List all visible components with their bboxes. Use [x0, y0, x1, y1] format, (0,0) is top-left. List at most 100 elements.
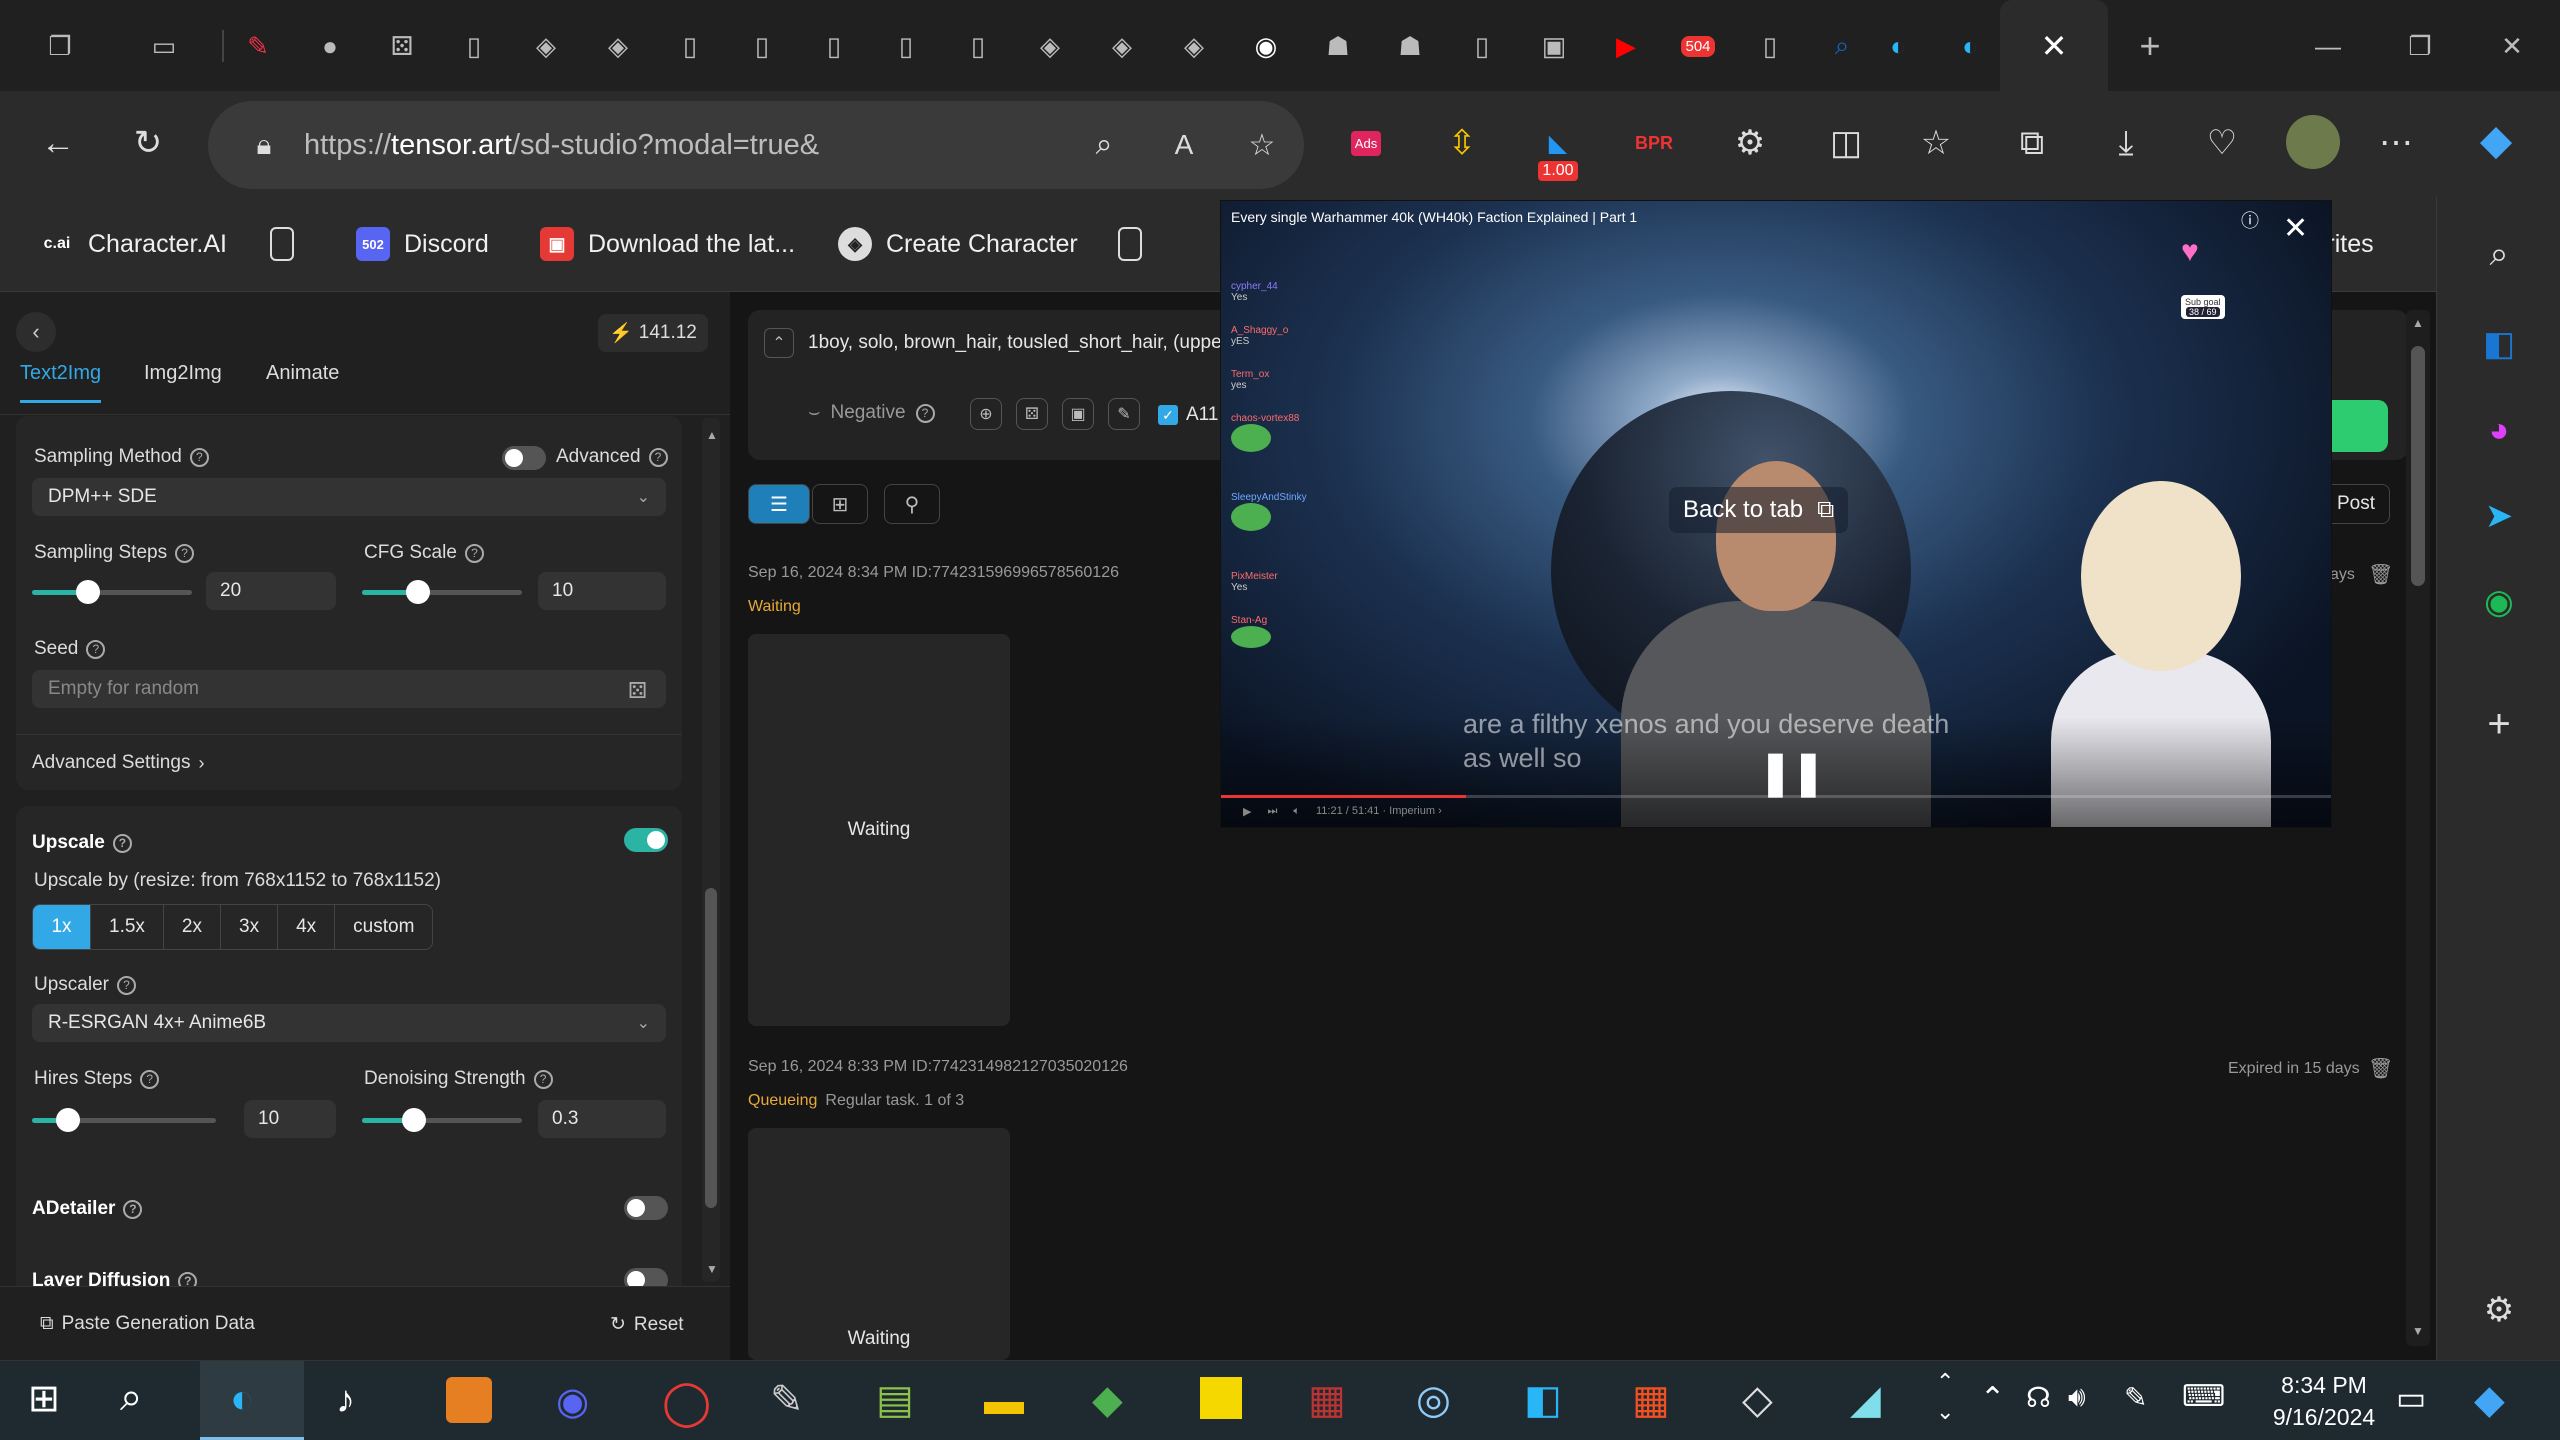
collapse-prompt-icon[interactable]: ⌃: [764, 328, 794, 358]
taskbar-app-icon[interactable]: ◧: [1524, 1377, 1562, 1423]
slider-handle[interactable]: [76, 580, 100, 604]
tab-edge-icon[interactable]: ◐: [1870, 18, 1926, 74]
new-tab-icon[interactable]: +: [2122, 18, 2178, 74]
collapse-panel-icon[interactable]: ‹: [16, 312, 56, 352]
upscale-toggle[interactable]: [624, 828, 668, 852]
tab-page-icon[interactable]: ▯: [950, 18, 1006, 74]
scrollbar-thumb[interactable]: [705, 888, 717, 1208]
tray-chevron-icon[interactable]: ⌃: [1980, 1381, 2005, 1416]
upscale-option[interactable]: 1x: [33, 905, 91, 949]
upscale-option[interactable]: 2x: [164, 905, 221, 949]
upscale-option[interactable]: 4x: [278, 905, 336, 949]
next-icon[interactable]: ⏭: [1267, 805, 1277, 818]
upscaler-select[interactable]: R-ESRGAN 4x+ Anime6B ⌄: [32, 1004, 666, 1042]
random-prompt-icon[interactable]: ⚄: [1016, 398, 1048, 430]
opera-icon[interactable]: ◯: [662, 1377, 711, 1428]
ads-extension-icon[interactable]: Ads: [1340, 117, 1392, 169]
downloads-icon[interactable]: ⤓: [2100, 117, 2152, 169]
search-icon[interactable]: ⌕: [120, 1375, 142, 1420]
volume-icon[interactable]: 🔊︎: [2068, 1381, 2086, 1414]
minecraft-icon[interactable]: ▤: [876, 1377, 914, 1423]
back-to-tab-button[interactable]: Back to tab ⧉: [1669, 487, 1849, 533]
taskbar-app-icon[interactable]: ◢: [1850, 1377, 1881, 1423]
tab-tensor-icon[interactable]: ◈: [518, 18, 574, 74]
back-arrow-icon[interactable]: ←: [32, 117, 84, 169]
telegram-icon[interactable]: ➤: [2475, 492, 2523, 540]
sampling-steps-slider[interactable]: [32, 580, 192, 604]
tab-page-icon[interactable]: ▯: [662, 18, 718, 74]
tab-dice-icon[interactable]: ⚄: [374, 18, 430, 74]
tiktok-icon[interactable]: ♪: [336, 1379, 355, 1422]
browser-essentials-icon[interactable]: ♡: [2196, 117, 2248, 169]
picture-in-picture-video[interactable]: Every single Warhammer 40k (WH40k) Facti…: [1220, 200, 2332, 828]
clock[interactable]: 8:34 PM 9/16/2024: [2254, 1369, 2394, 1433]
grid-view-button[interactable]: ⊞: [812, 484, 868, 524]
read-aloud-icon[interactable]: A: [1158, 119, 1210, 171]
profile-avatar[interactable]: [2286, 115, 2340, 169]
notifications-icon[interactable]: ▭: [2396, 1379, 2426, 1417]
speed-extension-icon[interactable]: 1.00 ◣: [1532, 117, 1584, 181]
image-to-prompt-icon[interactable]: ▣: [1062, 398, 1094, 430]
delete-icon[interactable]: 🗑︎: [2368, 562, 2393, 587]
tab-pip-icon[interactable]: ▣: [1526, 18, 1582, 74]
address-bar[interactable]: 🔒︎ https://tensor.art/sd-studio?modal=tr…: [208, 101, 1304, 189]
window-close-icon[interactable]: ✕: [2484, 18, 2540, 74]
search-icon[interactable]: ⌕: [2475, 230, 2523, 278]
collections-icon[interactable]: ⧉: [2006, 117, 2058, 169]
extensions-icon[interactable]: ⚙: [1724, 117, 1776, 169]
favorite-page[interactable]: [1118, 222, 1142, 266]
favorite-download[interactable]: ▣ Download the lat...: [540, 222, 795, 266]
reset-button[interactable]: ↻ Reset: [610, 1313, 684, 1336]
tab-discord-icon[interactable]: 504: [1670, 18, 1726, 74]
more-menu-icon[interactable]: ⋯: [2370, 117, 2422, 169]
tab-tensor-icon[interactable]: ◈: [1022, 18, 1078, 74]
designer-icon[interactable]: ◕: [2475, 406, 2523, 454]
taskbar-app-icon[interactable]: [446, 1377, 492, 1423]
tab-edge-icon[interactable]: ◐: [1942, 18, 1998, 74]
filter-button[interactable]: ⚲: [884, 484, 940, 524]
start-icon[interactable]: ⊞: [28, 1379, 68, 1419]
extension-icon[interactable]: ⇳: [1436, 117, 1488, 169]
favorite-page[interactable]: [270, 222, 294, 266]
info-icon[interactable]: ⓘ: [2241, 207, 2259, 233]
taskbar-edge[interactable]: ◐: [200, 1361, 304, 1440]
discord-icon[interactable]: ◉: [556, 1379, 589, 1424]
bpr-extension-icon[interactable]: BPR: [1628, 117, 1680, 169]
denoising-strength-slider[interactable]: [362, 1108, 522, 1132]
steam-icon[interactable]: ◎: [1416, 1377, 1451, 1423]
favorite-star-icon[interactable]: ☆: [1236, 119, 1288, 171]
tab-game-icon[interactable]: ☗: [1310, 18, 1366, 74]
video-progress-bar[interactable]: [1221, 795, 2331, 798]
cfg-scale-input[interactable]: 10: [538, 572, 666, 610]
sampling-steps-input[interactable]: 20: [206, 572, 336, 610]
scrollbar-thumb[interactable]: [2411, 346, 2425, 586]
tab-tensor-icon[interactable]: ◈: [590, 18, 646, 74]
sampling-method-select[interactable]: DPM++ SDE ⌄: [32, 478, 666, 516]
tab-page-icon[interactable]: ▯: [1742, 18, 1798, 74]
paint-icon[interactable]: ✎: [770, 1377, 804, 1423]
tab-tensor-icon[interactable]: ◉: [1238, 18, 1294, 74]
tab-page-icon[interactable]: ▯: [1454, 18, 1510, 74]
credits-badge[interactable]: ⚡ 141.12: [598, 314, 708, 352]
tab-tensor-icon[interactable]: ◈: [1166, 18, 1222, 74]
upscale-option[interactable]: custom: [335, 905, 432, 949]
image-placeholder[interactable]: Waiting: [748, 634, 1010, 1026]
taskbar-overflow[interactable]: ⌃ ⌄: [1936, 1367, 1954, 1427]
refresh-icon[interactable]: ↻: [122, 117, 174, 169]
tab-img2img[interactable]: Img2Img: [144, 362, 222, 385]
play-icon[interactable]: ▶: [1243, 805, 1251, 818]
roblox-icon[interactable]: ◇: [1742, 1377, 1773, 1423]
main-scrollbar[interactable]: ▲ ▼: [2406, 310, 2430, 1346]
prompt-checkbox[interactable]: ✓ A11: [1158, 404, 1218, 426]
minimize-icon[interactable]: —: [2300, 18, 2356, 74]
advanced-settings-link[interactable]: Advanced Settings ›: [32, 752, 204, 774]
tab-tensor-icon[interactable]: ◈: [1094, 18, 1150, 74]
tab-page-icon[interactable]: ▯: [734, 18, 790, 74]
volume-icon[interactable]: 🔈︎: [1293, 805, 1300, 818]
tab-animate[interactable]: Animate: [266, 362, 339, 385]
copilot-icon[interactable]: ◆: [2470, 113, 2522, 165]
panel-scrollbar[interactable]: ▲ ▼: [702, 418, 720, 1282]
favorites-icon[interactable]: ☆: [1910, 117, 1962, 169]
post-button[interactable]: Post: [2322, 484, 2390, 524]
cfg-scale-slider[interactable]: [362, 580, 522, 604]
